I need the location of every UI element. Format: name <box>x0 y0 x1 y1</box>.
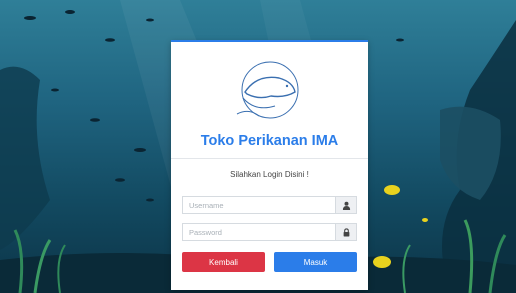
header-divider <box>171 158 368 159</box>
login-button[interactable]: Masuk <box>274 252 357 272</box>
password-field[interactable] <box>182 223 357 241</box>
lock-icon <box>335 224 356 240</box>
user-icon <box>335 197 356 213</box>
back-button[interactable]: Kembali <box>182 252 265 272</box>
username-field[interactable] <box>182 196 357 214</box>
page-title: Toko Perikanan IMA <box>200 133 339 149</box>
login-card: Toko Perikanan IMA Silahkan Login Disini… <box>171 40 368 290</box>
login-subtitle: Silahkan Login Disini ! <box>230 170 309 179</box>
password-input[interactable] <box>183 224 339 240</box>
username-input[interactable] <box>183 197 339 213</box>
shop-logo <box>236 61 299 119</box>
